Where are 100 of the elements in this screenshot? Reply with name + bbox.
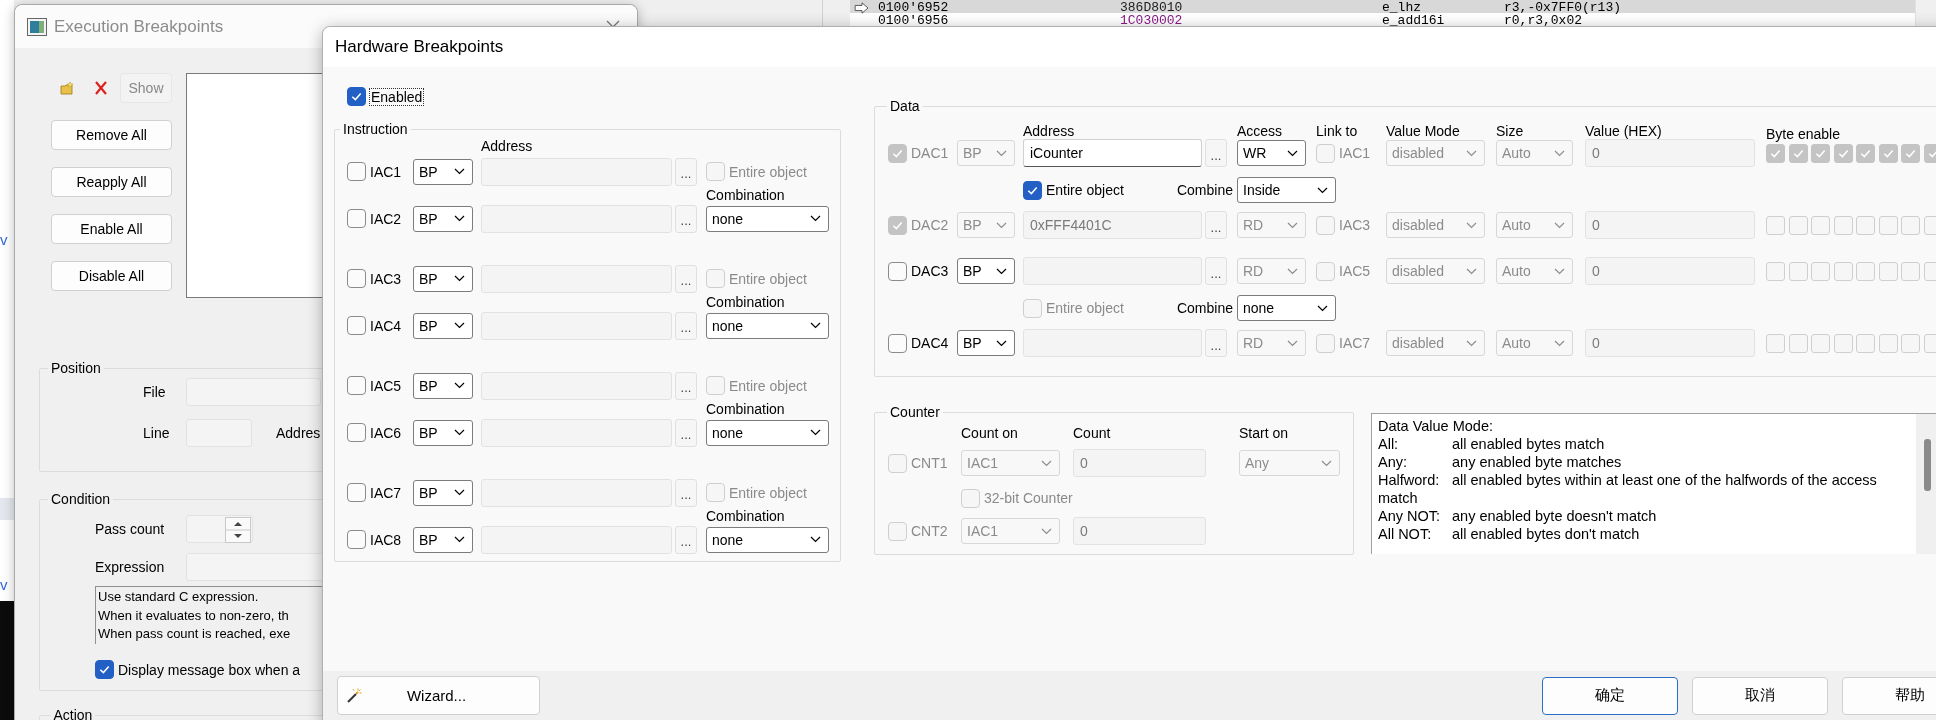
- window-title: Execution Breakpoints: [54, 16, 225, 37]
- checkbox[interactable]: [95, 660, 114, 679]
- dropdown[interactable]: none: [1237, 295, 1336, 321]
- mnemonic-cell-text: e_add16i: [1382, 13, 1446, 26]
- group-title: Position: [50, 360, 102, 376]
- checkbox-label: IAC4: [370, 317, 402, 334]
- chevron-icon: [454, 489, 465, 496]
- browse-button[interactable]: ...: [675, 204, 697, 233]
- browse-button[interactable]: ...: [675, 264, 697, 293]
- dropdown[interactable]: none: [706, 526, 829, 553]
- dropdown[interactable]: BP: [957, 330, 1015, 356]
- dropdown[interactable]: BP: [413, 158, 473, 185]
- browse-button[interactable]: ...: [675, 157, 697, 186]
- folder-icon[interactable]: [60, 81, 75, 95]
- chevron-icon: [1287, 339, 1298, 347]
- browse-button[interactable]: ...: [1205, 329, 1227, 357]
- browse-button[interactable]: ...: [675, 371, 697, 400]
- field-label: Combination: [706, 294, 786, 310]
- chevron-icon: [810, 215, 821, 222]
- browse-button[interactable]: ...: [675, 418, 697, 447]
- dropdown[interactable]: BP: [957, 258, 1015, 284]
- chevron-icon: [454, 382, 465, 389]
- help-text: When it evaluates to non-zero, th: [98, 606, 290, 625]
- chevron-icon: [1554, 267, 1565, 275]
- checkbox-label: DAC2: [911, 217, 949, 233]
- chevron-icon: [1317, 186, 1328, 194]
- text-field[interactable]: 0: [1585, 257, 1755, 285]
- help-text: When pass count is reached, exe: [98, 625, 292, 643]
- checkbox[interactable]: [347, 87, 366, 106]
- chevron-icon: [1466, 221, 1477, 229]
- checkbox-label: IAC3: [1339, 217, 1371, 233]
- dropdown[interactable]: none: [706, 312, 829, 339]
- dropdown[interactable]: BP: [413, 419, 473, 446]
- dropdown[interactable]: BP: [413, 526, 473, 553]
- field-label: File: [143, 384, 167, 400]
- column-header: Size: [1496, 123, 1525, 139]
- browse-button[interactable]: ...: [675, 478, 697, 507]
- checkbox-label: 32-bit Counter: [984, 490, 1073, 506]
- checkbox[interactable]: [347, 162, 366, 181]
- dropdown[interactable]: Inside: [1237, 177, 1336, 203]
- dropdown[interactable]: BP: [413, 479, 473, 506]
- scrollbar-thumb[interactable]: [1924, 439, 1931, 491]
- chevron-icon: [996, 339, 1007, 347]
- delete-icon[interactable]: [93, 80, 109, 96]
- opcode-cell-text: 1C030002: [1120, 13, 1184, 26]
- chevron-icon: [454, 429, 465, 436]
- text-field[interactable]: 0: [1585, 329, 1755, 357]
- dropdown[interactable]: BP: [413, 312, 473, 339]
- enable-all-button[interactable]: Enable All: [51, 214, 172, 244]
- checkbox[interactable]: [347, 269, 366, 288]
- dropdown[interactable]: BP: [413, 265, 473, 292]
- dropdown[interactable]: none: [706, 205, 829, 232]
- checkbox-label: CNT2: [911, 523, 948, 539]
- checkbox-label: IAC1: [1339, 145, 1371, 161]
- column-header: Access: [1237, 123, 1284, 139]
- browse-button[interactable]: ...: [675, 525, 697, 554]
- checkbox[interactable]: [347, 483, 366, 502]
- checkbox[interactable]: [347, 376, 366, 395]
- chevron-icon: [1041, 527, 1052, 535]
- dropdown[interactable]: none: [706, 419, 829, 446]
- checkbox[interactable]: [888, 333, 907, 353]
- browse-button[interactable]: ...: [1205, 257, 1227, 285]
- mode-description: All NOT: all enabled bytes don't match: [1378, 525, 1641, 543]
- checkbox-label: Entire object: [729, 484, 807, 501]
- checkbox[interactable]: [347, 423, 366, 442]
- dropdown[interactable]: BP: [413, 372, 473, 399]
- chevron-icon: [1041, 459, 1052, 467]
- checkbox-label: Display message box when a: [118, 661, 301, 678]
- chevron-icon: [810, 322, 821, 329]
- chevron-icon: [454, 322, 465, 329]
- ok-button[interactable]: 确定: [1542, 676, 1678, 715]
- spin-field[interactable]: [186, 515, 253, 543]
- disable-all-button[interactable]: Disable All: [51, 261, 172, 291]
- chevron-icon: [810, 536, 821, 543]
- checkbox[interactable]: [347, 530, 366, 549]
- field-label: Addres: [276, 425, 321, 441]
- column-header: Address: [481, 138, 534, 154]
- help-button[interactable]: 帮助: [1842, 676, 1936, 715]
- chevron-icon: [454, 536, 465, 543]
- spin-buttons-icon[interactable]: [225, 517, 251, 543]
- browse-button[interactable]: ...: [675, 311, 697, 340]
- reapply-all-button[interactable]: Reapply All: [51, 167, 172, 197]
- chevron-icon: [1287, 267, 1298, 275]
- wizard-button[interactable]: Wizard...: [337, 676, 540, 715]
- chevron-icon: [996, 221, 1007, 229]
- cancel-button[interactable]: 取消: [1692, 676, 1828, 715]
- remove-all-button[interactable]: Remove All: [51, 120, 172, 150]
- mnemonic-cell-text: e_lhz: [1382, 0, 1422, 15]
- checkbox[interactable]: [1023, 180, 1042, 200]
- checkbox[interactable]: [888, 261, 907, 281]
- field-label: Combination: [706, 401, 786, 417]
- checkbox[interactable]: [347, 209, 366, 228]
- field-label: Line: [143, 425, 171, 441]
- chevron-icon: [454, 275, 465, 282]
- checkbox-label: DAC1: [911, 145, 949, 161]
- chevron-icon: [1466, 149, 1477, 157]
- checkbox-label: Entire object: [1046, 300, 1124, 316]
- dropdown[interactable]: BP: [413, 205, 473, 232]
- text-field[interactable]: [186, 378, 321, 406]
- checkbox[interactable]: [347, 316, 366, 335]
